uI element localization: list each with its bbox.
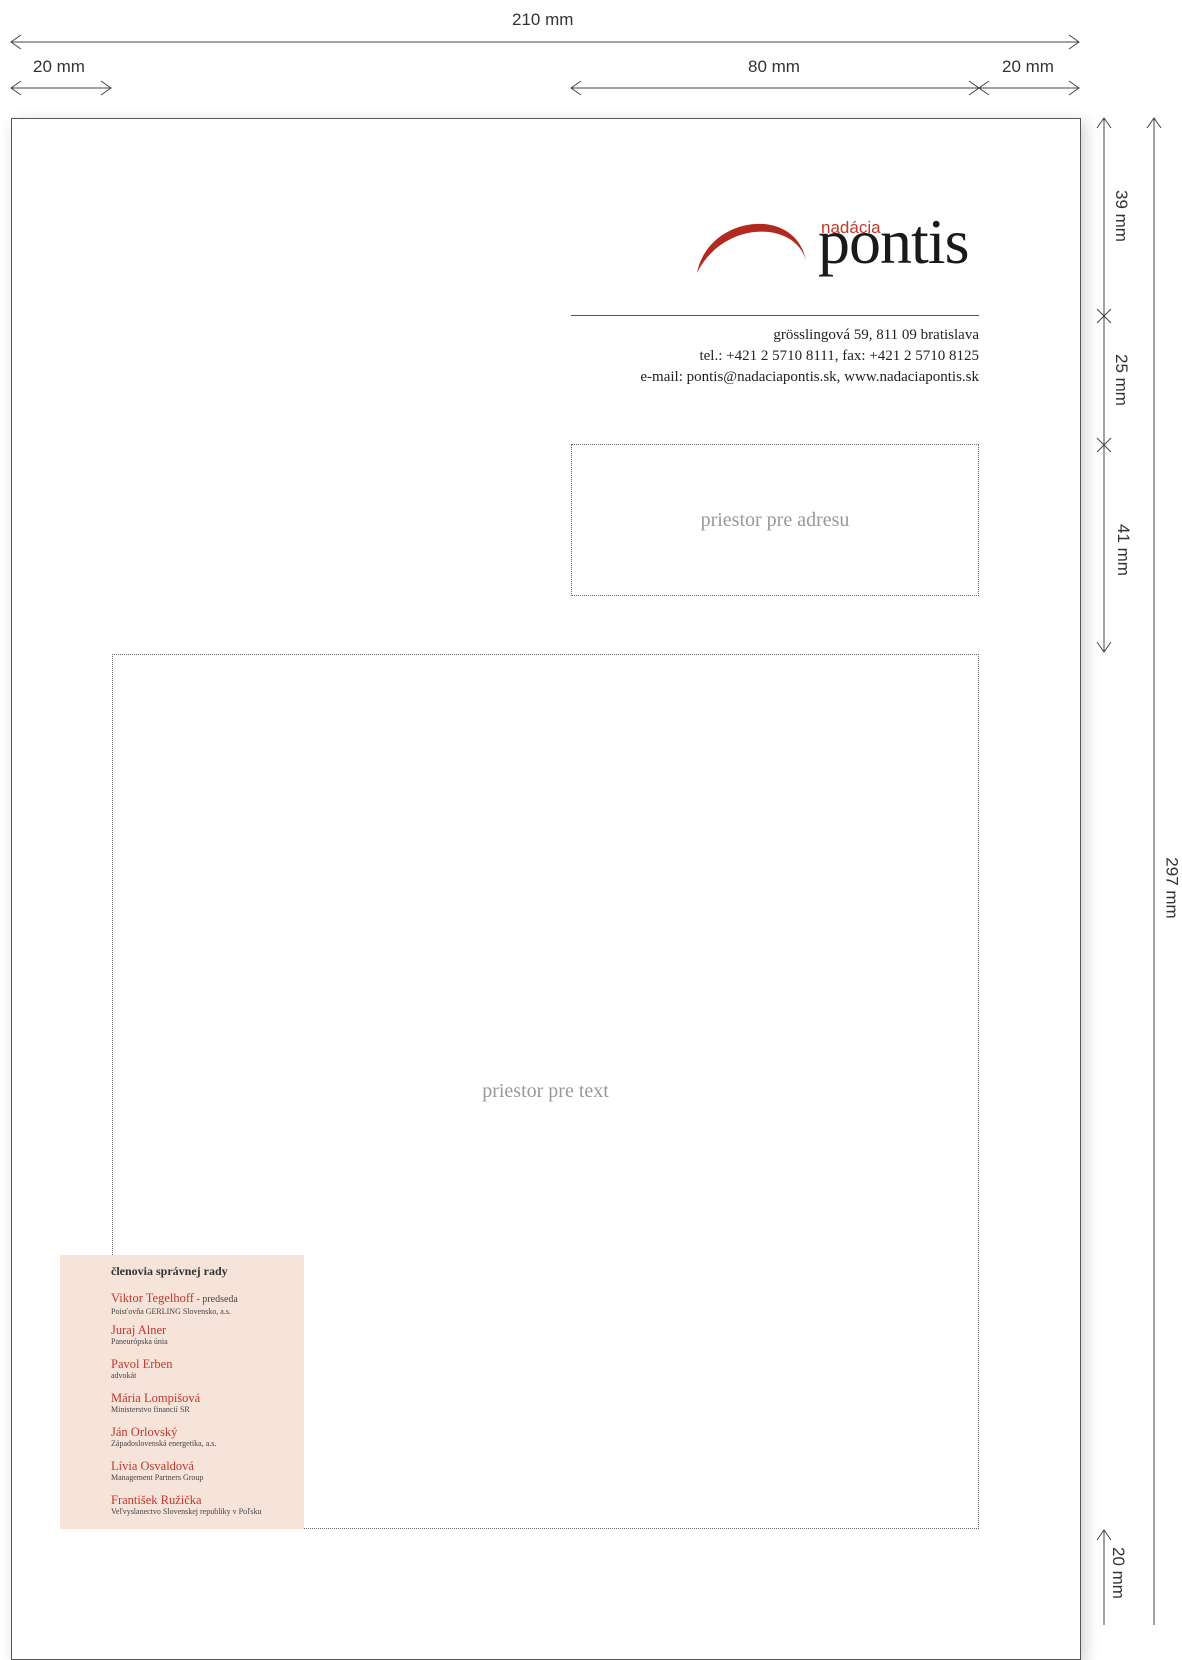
address-line-1: grösslingová 59, 811 09 bratislava (773, 327, 979, 343)
page-height-label: 297 mm (1162, 857, 1182, 919)
board-member: Pavol Erben advokát (111, 1357, 172, 1381)
member-org: Západoslovenská energetika, a.s. (111, 1439, 217, 1448)
left-margin-label: 20 mm (33, 57, 85, 76)
board-member: František Ružička Veľvyslanectvo Slovens… (111, 1493, 261, 1517)
logo-big-text: pontis (818, 206, 969, 277)
bottom-margin-label: 20 mm (1108, 1547, 1128, 1599)
member-org: Poisťovňa GERLING Slovensko, a.s. (111, 1307, 231, 1316)
member-name: Lívia Osvaldová (111, 1459, 194, 1473)
header-width-label: 80 mm (748, 57, 800, 76)
logo-height-label: 39 mm (1111, 190, 1131, 242)
board-title: členovia správnej rady (111, 1264, 228, 1278)
member-org: Ministerstvo financií SR (111, 1405, 190, 1414)
member-name: Viktor Tegelhoff (111, 1291, 194, 1305)
member-org: Management Partners Group (111, 1473, 204, 1482)
member-org: advokát (111, 1371, 137, 1380)
board-member: Mária Lompišová Ministerstvo financií SR (111, 1391, 200, 1415)
recipient-height-label: 41 mm (1113, 524, 1133, 576)
right-margin-label: 20 mm (1002, 57, 1054, 76)
page-width-label: 210 mm (512, 10, 574, 29)
board-member: Lívia Osvaldová Management Partners Grou… (111, 1459, 203, 1483)
text-placeholder-text: priestor pre text (482, 1080, 609, 1102)
address-placeholder-text: priestor pre adresu (700, 508, 850, 531)
board-member: Ján Orlovský Západoslovenská energetika,… (111, 1425, 216, 1449)
member-name: Juraj Alner (111, 1323, 167, 1337)
board-member: Viktor Tegelhoff - predseda Poisťovňa GE… (111, 1289, 238, 1317)
board-member: Juraj Alner Paneurópska únia (111, 1323, 168, 1347)
member-name: Ján Orlovský (111, 1425, 178, 1439)
header-rule (571, 315, 979, 316)
member-name: Mária Lompišová (111, 1391, 201, 1405)
address-height-label: 25 mm (1111, 354, 1131, 406)
board-members-panel: členovia správnej rady Viktor Tegelhoff … (60, 1255, 304, 1529)
sender-address: grösslingová 59, 811 09 bratislava tel.:… (640, 325, 979, 388)
member-org: Veľvyslanectvo Slovenskej republiky v Po… (111, 1507, 262, 1516)
member-org: Paneurópska únia (111, 1337, 168, 1346)
member-name: František Ružička (111, 1493, 202, 1507)
address-line-3: e-mail: pontis@nadaciapontis.sk, www.nad… (640, 369, 979, 385)
address-line-2: tel.: +421 2 5710 8111, fax: +421 2 5710… (699, 348, 979, 364)
member-name: Pavol Erben (111, 1357, 173, 1371)
address-placeholder-box: priestor pre adresu (571, 444, 979, 596)
member-role: - predseda (193, 1294, 238, 1305)
